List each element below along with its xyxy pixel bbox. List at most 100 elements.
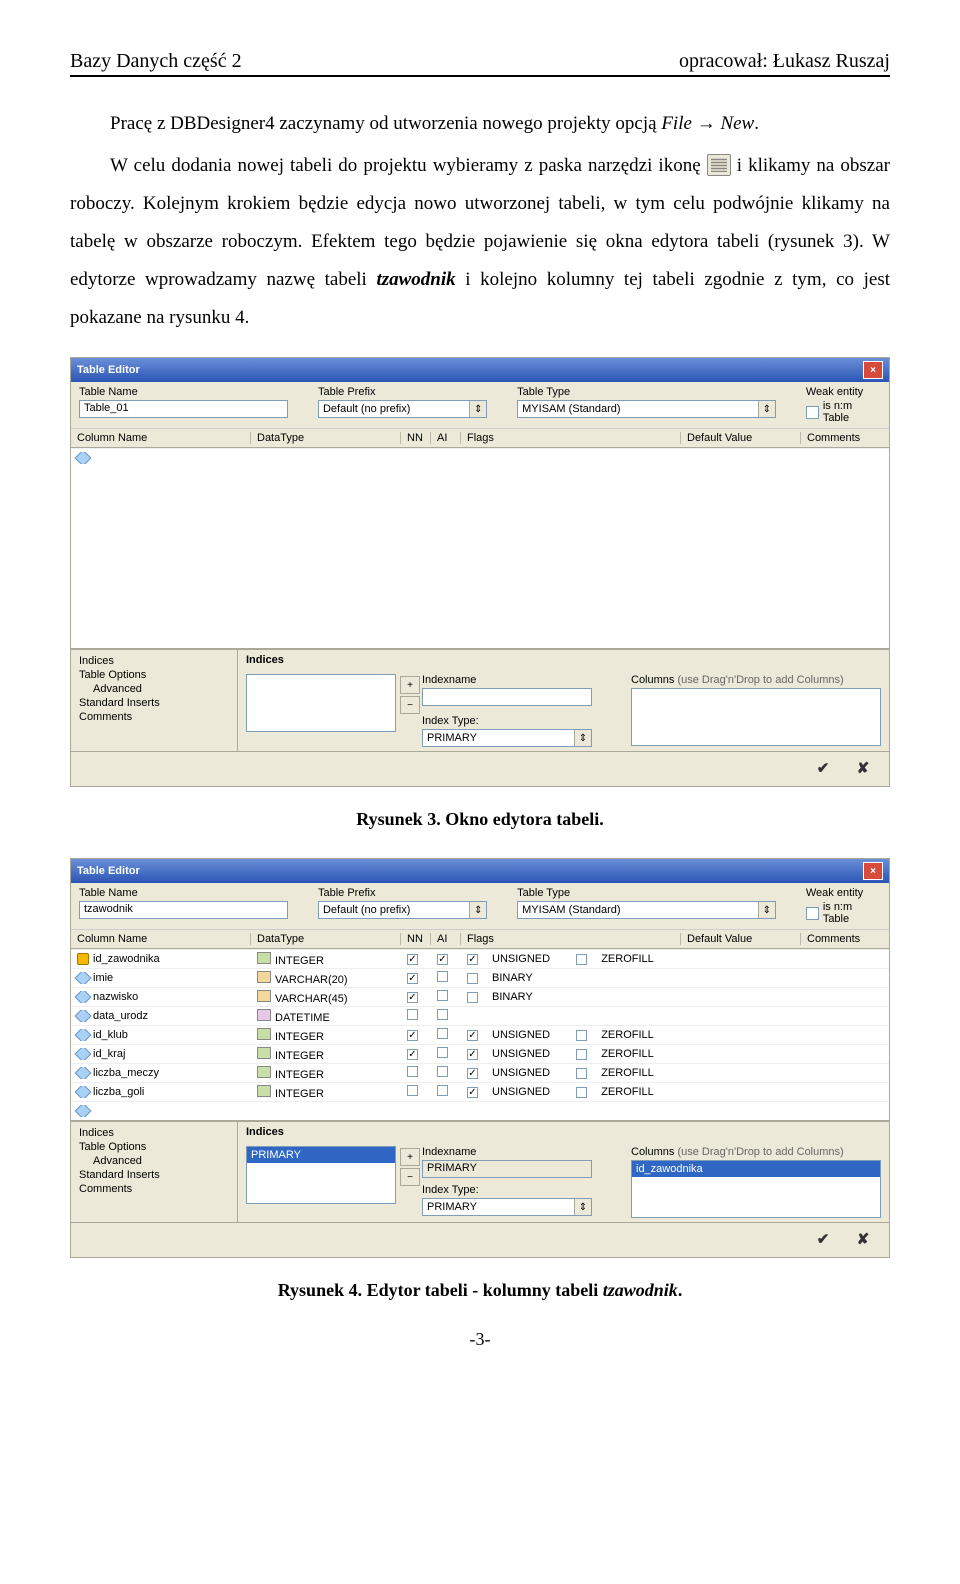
checkbox[interactable] — [407, 1009, 418, 1020]
index-columns-list[interactable] — [631, 688, 881, 746]
chevron-updown-icon[interactable]: ⇕ — [758, 902, 775, 918]
p1-file: File — [661, 113, 692, 134]
checkbox[interactable] — [437, 1047, 448, 1058]
checkbox[interactable] — [437, 971, 448, 982]
columns-body[interactable]: id_zawodnikaINTEGER✓✓✓UNSIGNED ZEROFILLi… — [71, 948, 889, 1121]
select-tableprefix[interactable]: Default (no prefix)⇕ — [318, 901, 487, 919]
checkbox[interactable] — [576, 1030, 587, 1041]
label-tabletype: Table Type — [517, 386, 776, 398]
close-icon[interactable]: × — [863, 361, 883, 379]
table-row[interactable]: nazwiskoVARCHAR(45)✓BINARY — [71, 987, 889, 1006]
index-list[interactable]: PRIMARY — [246, 1146, 396, 1204]
table-row[interactable]: data_urodzDATETIME — [71, 1006, 889, 1025]
checkbox[interactable]: ✓ — [467, 1087, 478, 1098]
input-indexname[interactable] — [422, 688, 592, 706]
label-tableprefix: Table Prefix — [318, 887, 487, 899]
checkbox[interactable]: ✓ — [407, 954, 418, 965]
input-tablename[interactable]: tzawodnik — [79, 901, 288, 919]
select-tableprefix[interactable]: Default (no prefix)⇕ — [318, 400, 487, 418]
checkbox[interactable] — [467, 992, 478, 1003]
input-tablename[interactable]: Table_01 — [79, 400, 288, 418]
table-row[interactable]: imieVARCHAR(20)✓BINARY — [71, 968, 889, 987]
datatype-icon — [257, 1009, 271, 1021]
table-row[interactable] — [71, 1101, 889, 1120]
label-tableprefix: Table Prefix — [318, 386, 487, 398]
column-icon — [75, 1105, 92, 1117]
index-column-row[interactable]: id_zawodnika — [632, 1161, 880, 1177]
checkbox[interactable]: ✓ — [467, 1030, 478, 1041]
index-list[interactable] — [246, 674, 396, 732]
figure4-caption: Rysunek 4. Edytor tabeli - kolumny tabel… — [70, 1280, 890, 1301]
table-row[interactable]: id_krajINTEGER✓✓UNSIGNED ZEROFILL — [71, 1044, 889, 1063]
options-tree[interactable]: Indices Table Options Advanced Standard … — [71, 1122, 238, 1222]
checkbox[interactable] — [576, 954, 587, 965]
checkbox[interactable]: ✓ — [467, 954, 478, 965]
figure3-caption: Rysunek 3. Okno edytora tabeli. — [70, 809, 890, 830]
columns-header: Column Name DataType NN AI Flags Default… — [71, 428, 889, 447]
add-index-icon[interactable]: + — [400, 676, 420, 694]
chevron-updown-icon[interactable]: ⇕ — [758, 401, 775, 417]
check-isnmtable[interactable] — [806, 907, 819, 920]
label-indextype: Index Type: — [422, 715, 625, 727]
select-tabletype[interactable]: MYISAM (Standard)⇕ — [517, 901, 776, 919]
header-left: Bazy Danych część 2 — [70, 50, 242, 73]
checkbox[interactable]: ✓ — [407, 1049, 418, 1060]
apply-check-icon[interactable]: ✔ — [809, 758, 837, 778]
label-weakentity: Weak entity — [806, 887, 881, 899]
checkbox[interactable]: ✓ — [467, 1068, 478, 1079]
select-tabletype[interactable]: MYISAM (Standard)⇕ — [517, 400, 776, 418]
remove-index-icon[interactable]: − — [400, 696, 420, 714]
apply-check-icon[interactable]: ✔ — [809, 1229, 837, 1249]
new-table-tool-icon — [707, 154, 731, 176]
checkbox[interactable] — [467, 973, 478, 984]
checkbox[interactable] — [576, 1087, 587, 1098]
datatype-icon — [257, 990, 271, 1002]
key-icon — [77, 953, 89, 965]
index-columns-list[interactable]: id_zawodnika — [631, 1160, 881, 1218]
chevron-updown-icon[interactable]: ⇕ — [469, 401, 486, 417]
checkbox[interactable]: ✓ — [407, 1030, 418, 1041]
close-icon[interactable]: × — [863, 862, 883, 880]
checkbox[interactable] — [437, 1028, 448, 1039]
checkbox[interactable]: ✓ — [467, 1049, 478, 1060]
options-tree[interactable]: Indices Table Options Advanced Standard … — [71, 650, 238, 751]
chevron-updown-icon[interactable]: ⇕ — [469, 902, 486, 918]
table-row[interactable]: id_zawodnikaINTEGER✓✓✓UNSIGNED ZEROFILL — [71, 949, 889, 968]
columns-body-empty[interactable] — [71, 447, 889, 649]
checkbox[interactable] — [576, 1068, 587, 1079]
label-columns-hint: (use Drag'n'Drop to add Columns) — [677, 1146, 843, 1158]
select-indextype[interactable]: PRIMARY⇕ — [422, 729, 592, 747]
table-row[interactable]: liczba_meczyINTEGER✓UNSIGNED ZEROFILL — [71, 1063, 889, 1082]
remove-index-icon[interactable]: − — [400, 1168, 420, 1186]
checkbox[interactable]: ✓ — [407, 992, 418, 1003]
datatype-icon — [257, 1047, 271, 1059]
column-icon — [75, 1029, 92, 1041]
checkbox[interactable] — [407, 1066, 418, 1077]
checkbox[interactable]: ✓ — [437, 954, 448, 965]
checkbox[interactable]: ✓ — [407, 973, 418, 984]
p1-a: Pracę z DBDesigner4 zaczynamy od utworze… — [110, 113, 661, 134]
select-indextype[interactable]: PRIMARY⇕ — [422, 1198, 592, 1216]
p1-arrow: → — [697, 113, 721, 134]
header-right: opracował: Łukasz Ruszaj — [679, 50, 890, 73]
cancel-x-icon[interactable]: ✘ — [849, 758, 877, 778]
checkbox[interactable] — [437, 1066, 448, 1077]
label-columns-hint: (use Drag'n'Drop to add Columns) — [677, 674, 843, 686]
cancel-x-icon[interactable]: ✘ — [849, 1229, 877, 1249]
checkbox[interactable] — [437, 1009, 448, 1020]
column-icon — [75, 452, 92, 464]
table-row[interactable]: liczba_goliINTEGER✓UNSIGNED ZEROFILL — [71, 1082, 889, 1101]
datatype-icon — [257, 1028, 271, 1040]
column-icon — [75, 1048, 92, 1060]
chevron-updown-icon[interactable]: ⇕ — [574, 1199, 591, 1215]
table-row[interactable]: id_klubINTEGER✓✓UNSIGNED ZEROFILL — [71, 1025, 889, 1044]
check-isnmtable[interactable] — [806, 406, 819, 419]
index-row[interactable]: PRIMARY — [247, 1147, 395, 1163]
input-indexname[interactable]: PRIMARY — [422, 1160, 592, 1178]
checkbox[interactable] — [407, 1085, 418, 1096]
chevron-updown-icon[interactable]: ⇕ — [574, 730, 591, 746]
checkbox[interactable] — [576, 1049, 587, 1060]
checkbox[interactable] — [437, 1085, 448, 1096]
checkbox[interactable] — [437, 990, 448, 1001]
add-index-icon[interactable]: + — [400, 1148, 420, 1166]
